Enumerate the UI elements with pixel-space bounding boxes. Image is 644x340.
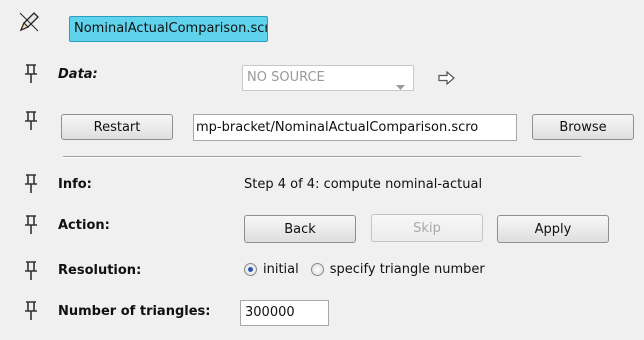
- restart-button[interactable]: Restart: [61, 114, 173, 140]
- title-field[interactable]: NominalActualComparison.scro: [69, 16, 268, 42]
- pin-icon[interactable]: [24, 64, 40, 84]
- action-label: Action:: [58, 218, 110, 233]
- dropdown-arrow-icon: [396, 76, 405, 90]
- data-label: Data:: [58, 67, 98, 82]
- browse-button[interactable]: Browse: [532, 114, 634, 140]
- resolution-label: Resolution:: [58, 263, 142, 278]
- pin-icon[interactable]: [24, 174, 40, 194]
- pin-icon[interactable]: [24, 261, 40, 281]
- arrow-right-icon[interactable]: [438, 70, 456, 89]
- radio-initial[interactable]: [244, 263, 257, 276]
- radio-initial-label[interactable]: initial: [263, 262, 299, 277]
- pin-icon[interactable]: [24, 301, 40, 321]
- info-label: Info:: [58, 177, 92, 192]
- info-text: Step 4 of 4: compute nominal-actual: [244, 177, 483, 192]
- apply-button[interactable]: Apply: [497, 215, 609, 243]
- back-button[interactable]: Back: [244, 215, 356, 243]
- skip-button[interactable]: Skip: [371, 214, 483, 242]
- edit-pencil-icon[interactable]: [18, 11, 40, 33]
- separator: [63, 156, 581, 158]
- file-path-input[interactable]: mp-bracket/NominalActualComparison.scro: [193, 114, 517, 141]
- triangles-input[interactable]: 300000: [240, 300, 329, 326]
- radio-specify-triangle-number[interactable]: [310, 263, 324, 276]
- pin-icon[interactable]: [24, 111, 40, 131]
- radio-specify-label[interactable]: specify triangle number: [330, 262, 485, 277]
- resolution-radio-group: initial specify triangle number: [244, 262, 485, 277]
- data-source-select[interactable]: NO SOURCE: [242, 65, 414, 91]
- pin-icon[interactable]: [24, 215, 40, 235]
- data-source-value: NO SOURCE: [247, 70, 325, 85]
- triangles-label: Number of triangles:: [58, 304, 211, 319]
